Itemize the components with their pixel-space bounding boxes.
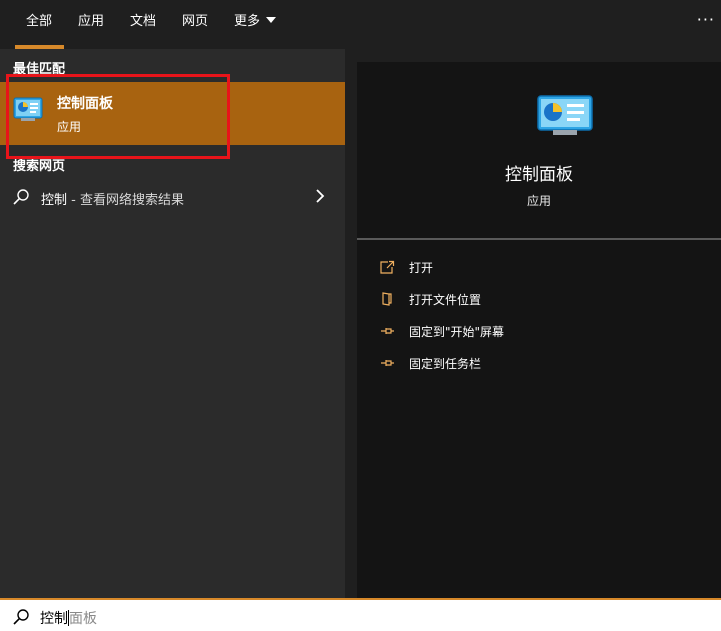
best-match-heading: 最佳匹配 <box>13 62 66 77</box>
search-typed-text: 控制 <box>40 611 68 627</box>
file-location-icon <box>382 292 392 306</box>
chevron-down-icon <box>266 17 277 23</box>
action-open[interactable]: 打开 <box>379 256 579 280</box>
search-icon <box>13 189 29 205</box>
control-panel-icon <box>537 95 593 135</box>
best-match-title: 控制面板 <box>57 96 113 112</box>
action-open-file-location-label: 打开文件位置 <box>409 293 482 307</box>
preview-title: 控制面板 <box>505 165 573 185</box>
search-autocomplete-suggestion: 面板 <box>69 611 97 627</box>
open-icon <box>380 260 395 274</box>
web-search-text: 控制 - 查看网络搜索结果 <box>41 189 184 208</box>
chevron-right-icon[interactable] <box>315 188 325 204</box>
control-panel-icon <box>13 97 43 121</box>
search-box[interactable]: 控制面板 <box>0 598 721 631</box>
ellipsis-icon[interactable]: ··· <box>697 10 715 29</box>
action-pin-taskbar-label: 固定到任务栏 <box>409 357 482 371</box>
web-search-item[interactable]: 控制 - 查看网络搜索结果 <box>0 180 345 214</box>
web-search-suffix: - 查看网络搜索结果 <box>67 193 184 208</box>
tab-web[interactable]: 网页 <box>182 0 208 49</box>
search-icon <box>13 609 29 625</box>
action-pin-start-label: 固定到"开始"屏幕 <box>409 325 505 339</box>
pin-icon <box>381 360 394 366</box>
action-open-file-location[interactable]: 打开文件位置 <box>379 288 579 312</box>
action-pin-taskbar[interactable]: 固定到任务栏 <box>379 352 579 376</box>
tab-documents[interactable]: 文档 <box>130 0 156 49</box>
preview-subtitle: 应用 <box>526 194 551 208</box>
search-tab-bar: 全部 应用 文档 网页 更多 ··· <box>0 0 721 49</box>
tab-more[interactable]: 更多 <box>234 0 277 49</box>
web-search-heading: 搜索网页 <box>13 159 66 174</box>
action-pin-start[interactable]: 固定到"开始"屏幕 <box>379 320 579 344</box>
preview-panel: 控制面板 应用 打开 打开文件位置 固定到"开始"屏幕 固定到任务栏 <box>357 62 721 598</box>
pin-icon <box>381 328 394 334</box>
action-open-label: 打开 <box>409 261 434 275</box>
web-search-query: 控制 <box>41 193 68 208</box>
tab-apps[interactable]: 应用 <box>78 0 104 49</box>
best-match-subtitle: 应用 <box>57 120 82 134</box>
results-panel: 最佳匹配 控制面板 应用 搜索网页 控制 - 查看网络搜索结果 <box>0 49 345 598</box>
tab-all[interactable]: 全部 <box>14 0 65 49</box>
search-input[interactable]: 控制面板 <box>40 608 97 628</box>
preview-divider <box>357 238 721 240</box>
best-match-item[interactable]: 控制面板 应用 <box>0 82 345 145</box>
